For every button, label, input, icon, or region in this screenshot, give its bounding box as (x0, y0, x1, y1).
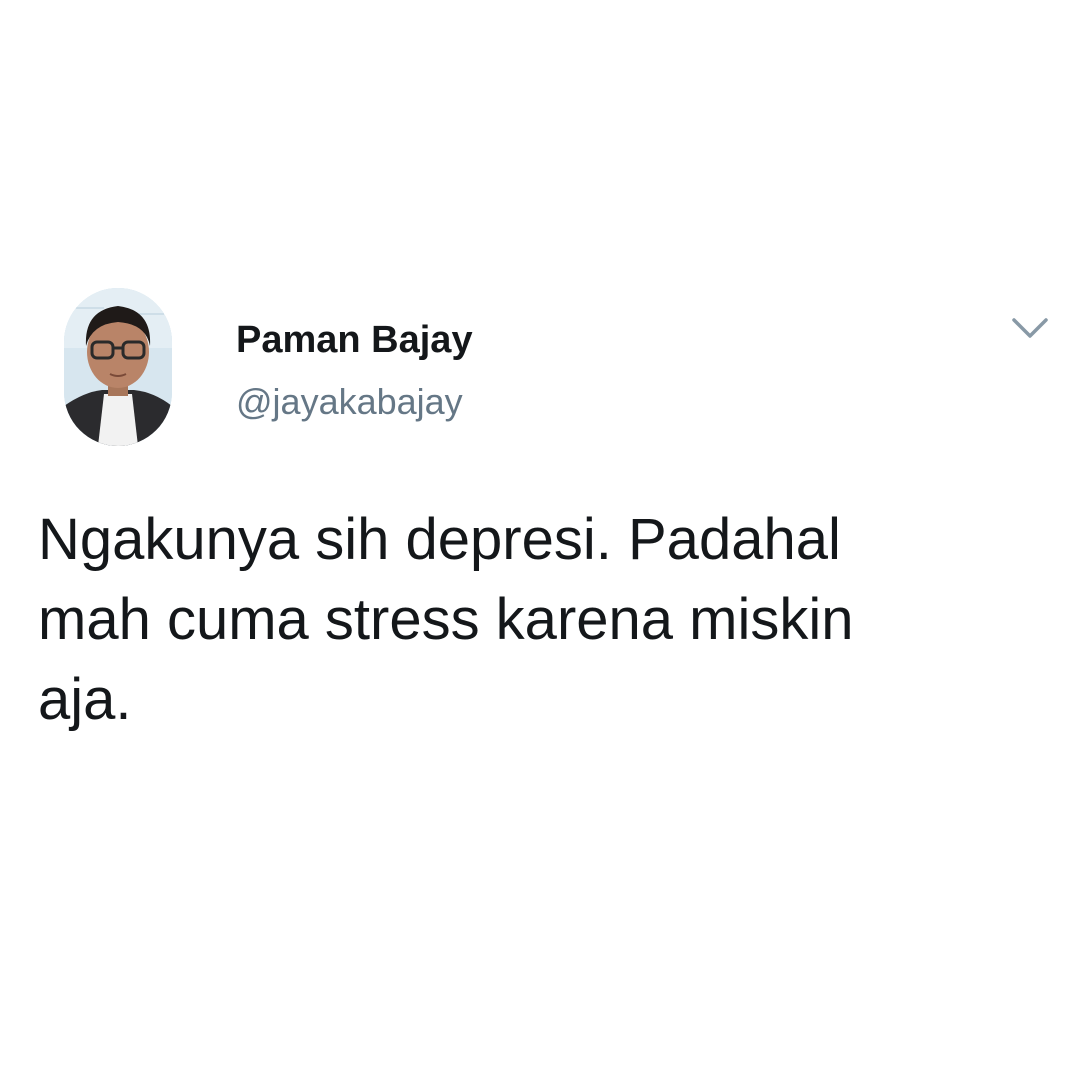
username-handle[interactable]: @jayakabajay (236, 380, 463, 424)
tweet-text-line: Ngakunya sih depresi. Padahal (38, 507, 841, 572)
tweet-text: Ngakunya sih depresi. Padahal mah cuma s… (38, 500, 1038, 740)
tweet-card: Paman Bajay @jayakabajay Ngakunya sih de… (0, 0, 1080, 1080)
tweet-text-line: mah cuma stress karena miskin (38, 587, 854, 652)
display-name[interactable]: Paman Bajay (236, 318, 473, 362)
avatar[interactable] (64, 288, 172, 446)
chevron-down-icon[interactable] (1008, 310, 1052, 346)
tweet-text-line: aja. (38, 667, 132, 732)
avatar-photo (64, 288, 172, 446)
